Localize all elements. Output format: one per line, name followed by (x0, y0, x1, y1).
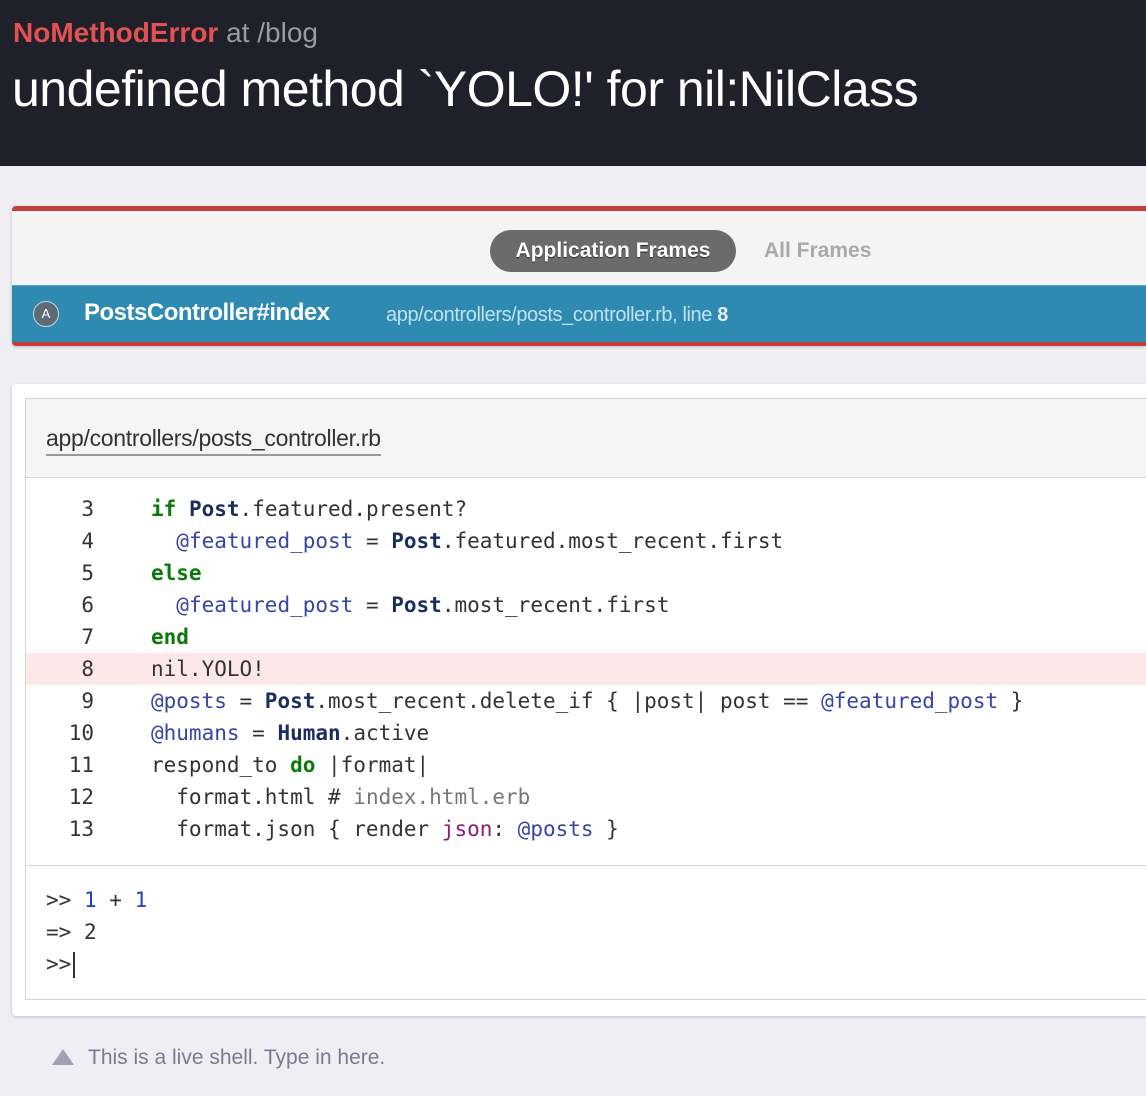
error-title-line: NoMethodError at /blog (13, 17, 318, 49)
line-number: 12 (68, 785, 94, 809)
code-panel: app/controllers/posts_controller.rb 3 if … (12, 384, 1146, 1016)
triangle-up-icon (52, 1049, 74, 1065)
line-code: else (151, 561, 202, 585)
error-header: NoMethodError at /blog undefined method … (0, 0, 1146, 166)
line-code: respond_to do |format| (151, 753, 430, 777)
source-viewer: app/controllers/posts_controller.rb 3 if … (25, 398, 1146, 1000)
console-output-line: => 2 (46, 916, 97, 948)
code-line: 13 format.json { render json: @posts } (26, 813, 1146, 845)
file-path-link[interactable]: app/controllers/posts_controller.rb (46, 425, 381, 456)
code-line: 10 @humans = Human.active (26, 717, 1146, 749)
line-code: @posts = Post.most_recent.delete_if { |p… (151, 689, 1024, 713)
line-number: 6 (81, 593, 94, 617)
tab-application-frames[interactable]: Application Frames (490, 230, 736, 272)
console-result-prefix: => (46, 920, 72, 944)
code-line: 5 else (26, 557, 1146, 589)
live-console[interactable]: >> 1 + 1 => 2 >> (26, 865, 1146, 1002)
line-number: 3 (81, 497, 94, 521)
code-line: 12 format.html # index.html.erb (26, 781, 1146, 813)
hint-text: This is a live shell. Type in here. (88, 1046, 386, 1069)
line-code: if Post.featured.present? (151, 497, 468, 521)
frames-panel: Application Frames All Frames A PostsCon… (12, 206, 1146, 346)
line-code: @featured_post = Post.featured.most_rece… (176, 529, 784, 553)
file-bar: app/controllers/posts_controller.rb (26, 399, 1146, 478)
line-number: 4 (81, 529, 94, 553)
code-line: 6 @featured_post = Post.most_recent.firs… (26, 589, 1146, 621)
line-code: format.json { render json: @posts } (151, 817, 619, 841)
line-number: 11 (68, 753, 94, 777)
line-code: nil.YOLO! (151, 657, 265, 681)
console-operand-b: 1 (134, 888, 148, 912)
code-line: 9 @posts = Post.most_recent.delete_if { |… (26, 685, 1146, 717)
code-line: 4 @featured_post = Post.featured.most_re… (26, 525, 1146, 557)
line-number: 7 (81, 625, 94, 649)
tab-all-frames[interactable]: All Frames (764, 230, 871, 272)
console-input-line: >> 1 + 1 (46, 884, 147, 916)
console-prompt: >> (46, 888, 72, 912)
frame-location: app/controllers/posts_controller.rb, lin… (386, 304, 728, 327)
error-name: NoMethodError (13, 17, 219, 48)
error-message: undefined method `YOLO!' for nil:NilClas… (12, 61, 919, 117)
live-shell-hint: This is a live shell. Type in here. (52, 1046, 385, 1070)
application-badge-icon: A (33, 301, 59, 327)
console-prompt-current: >> (46, 952, 72, 976)
console-operator: + (109, 888, 122, 912)
line-number: 5 (81, 561, 94, 585)
line-code: end (151, 625, 189, 649)
line-number: 13 (68, 817, 94, 841)
text-cursor (73, 952, 76, 978)
console-output: 2 (83, 920, 97, 944)
console-prompt-line[interactable]: >> (46, 948, 76, 980)
source-code: 3 if Post.featured.present? 4 @featured_po… (26, 493, 1146, 845)
code-line: 11 respond_to do |format| (26, 749, 1146, 781)
frame-line-number: 8 (717, 304, 728, 326)
code-line: 8 nil.YOLO! (26, 653, 1146, 685)
line-number: 10 (68, 721, 94, 745)
line-number: 8 (81, 657, 94, 681)
line-code: @featured_post = Post.most_recent.first (176, 593, 670, 617)
code-line: 7 end (26, 621, 1146, 653)
console-operand-a: 1 (83, 888, 97, 912)
code-line: 3 if Post.featured.present? (26, 493, 1146, 525)
line-code: format.html # index.html.erb (151, 785, 531, 809)
error-path: at /blog (226, 17, 318, 48)
line-number: 9 (81, 689, 94, 713)
frame-item-selected[interactable]: A PostsController#index app/controllers/… (12, 285, 1146, 342)
frame-file: app/controllers/posts_controller.rb, lin… (386, 304, 713, 326)
frame-method: PostsController#index (84, 299, 330, 326)
line-code: @humans = Human.active (151, 721, 430, 745)
